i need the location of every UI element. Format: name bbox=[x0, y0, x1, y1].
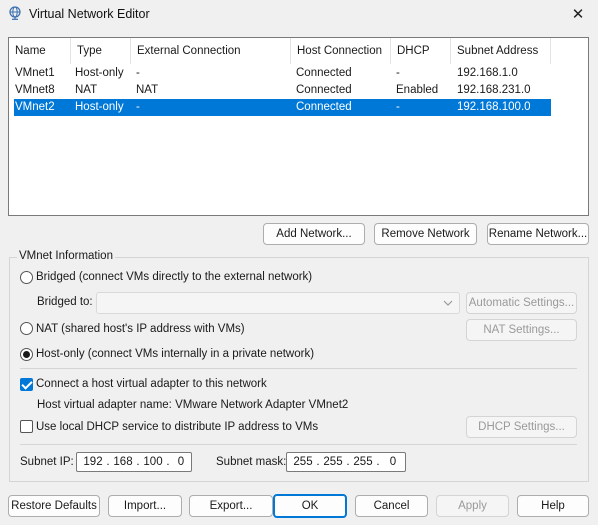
mask-octet[interactable]: 0 bbox=[381, 453, 405, 471]
automatic-settings-button[interactable]: Automatic Settings... bbox=[466, 292, 577, 314]
ok-button[interactable]: OK bbox=[273, 494, 347, 518]
cell-dhcp: - bbox=[396, 101, 400, 113]
separator bbox=[20, 368, 577, 369]
cell-subnet-address: 192.168.1.0 bbox=[457, 67, 518, 79]
network-list-header: Name Type External Connection Host Conne… bbox=[9, 38, 551, 64]
cell-host-connection: Connected bbox=[296, 67, 352, 79]
column-header-dhcp[interactable]: DHCP bbox=[391, 38, 451, 64]
window-title: Virtual Network Editor bbox=[29, 7, 150, 21]
restore-defaults-button[interactable]: Restore Defaults bbox=[8, 495, 100, 517]
mask-octet[interactable]: 255 bbox=[321, 453, 345, 471]
network-row[interactable]: VMnet1 Host-only - Connected - 192.168.1… bbox=[14, 65, 551, 82]
rename-network-button[interactable]: Rename Network... bbox=[487, 223, 589, 245]
cell-host-connection: Connected bbox=[296, 101, 352, 113]
network-list[interactable]: Name Type External Connection Host Conne… bbox=[8, 37, 589, 216]
cell-subnet-address: 192.168.231.0 bbox=[457, 84, 531, 96]
ip-octet[interactable]: 0 bbox=[169, 453, 193, 471]
vmnet-information-label: VMnet Information bbox=[17, 250, 115, 262]
network-row[interactable]: VMnet8 NAT NAT Connected Enabled 192.168… bbox=[14, 82, 551, 99]
ip-octet[interactable]: 100 bbox=[141, 453, 165, 471]
column-header-external-connection[interactable]: External Connection bbox=[131, 38, 291, 64]
close-button[interactable]: ✕ bbox=[558, 0, 598, 28]
network-globe-icon bbox=[8, 6, 22, 20]
import-button[interactable]: Import... bbox=[108, 495, 182, 517]
cancel-button[interactable]: Cancel bbox=[355, 495, 428, 517]
subnet-ip-label: Subnet IP: bbox=[20, 456, 74, 468]
column-header-name[interactable]: Name bbox=[9, 38, 71, 64]
mask-octet[interactable]: 255 bbox=[351, 453, 375, 471]
subnet-ip-field[interactable]: 192 . 168 . 100 . 0 bbox=[76, 452, 192, 472]
connect-adapter-label[interactable]: Connect a host virtual adapter to this n… bbox=[36, 378, 267, 390]
separator bbox=[20, 444, 577, 445]
column-header-subnet-address[interactable]: Subnet Address bbox=[451, 38, 551, 64]
export-button[interactable]: Export... bbox=[189, 495, 273, 517]
vmnet-information-group bbox=[9, 257, 589, 482]
mask-octet[interactable]: 255 bbox=[291, 453, 315, 471]
subnet-mask-label: Subnet mask: bbox=[216, 456, 287, 468]
cell-name: VMnet2 bbox=[15, 101, 55, 113]
cell-external-connection: - bbox=[136, 101, 140, 113]
dhcp-settings-button[interactable]: DHCP Settings... bbox=[466, 416, 577, 438]
column-header-host-connection[interactable]: Host Connection bbox=[291, 38, 391, 64]
bridged-to-select[interactable] bbox=[96, 292, 460, 314]
cell-external-connection: NAT bbox=[136, 84, 159, 96]
cell-type: Host-only bbox=[75, 67, 124, 79]
cell-subnet-address: 192.168.100.0 bbox=[457, 101, 531, 113]
ip-octet[interactable]: 168 bbox=[111, 453, 135, 471]
help-button[interactable]: Help bbox=[517, 495, 589, 517]
connect-adapter-checkbox[interactable] bbox=[20, 378, 33, 391]
nat-radio[interactable] bbox=[20, 322, 33, 335]
cell-dhcp: - bbox=[396, 67, 400, 79]
cell-type: NAT bbox=[75, 84, 98, 96]
dhcp-label[interactable]: Use local DHCP service to distribute IP … bbox=[36, 421, 318, 433]
cell-name: VMnet1 bbox=[15, 67, 55, 79]
dhcp-checkbox[interactable] bbox=[20, 420, 33, 433]
bridged-to-label: Bridged to: bbox=[37, 296, 93, 308]
cell-dhcp: Enabled bbox=[396, 84, 439, 96]
ip-octet[interactable]: 192 bbox=[81, 453, 105, 471]
cell-external-connection: - bbox=[136, 67, 140, 79]
bridged-label[interactable]: Bridged (connect VMs directly to the ext… bbox=[36, 271, 312, 283]
bridged-radio[interactable] bbox=[20, 271, 33, 284]
host-only-label[interactable]: Host-only (connect VMs internally in a p… bbox=[36, 348, 314, 360]
cell-host-connection: Connected bbox=[296, 84, 352, 96]
network-row-selected[interactable]: VMnet2 Host-only - Connected - 192.168.1… bbox=[14, 99, 551, 116]
cell-name: VMnet8 bbox=[15, 84, 55, 96]
subnet-mask-field[interactable]: 255 . 255 . 255 . 0 bbox=[286, 452, 406, 472]
column-header-type[interactable]: Type bbox=[71, 38, 131, 64]
adapter-name-label: Host virtual adapter name: VMware Networ… bbox=[37, 399, 349, 411]
cell-type: Host-only bbox=[75, 101, 124, 113]
apply-button[interactable]: Apply bbox=[436, 495, 509, 517]
nat-settings-button[interactable]: NAT Settings... bbox=[466, 319, 577, 341]
nat-label[interactable]: NAT (shared host's IP address with VMs) bbox=[36, 323, 245, 335]
remove-network-button[interactable]: Remove Network bbox=[374, 223, 477, 245]
add-network-button[interactable]: Add Network... bbox=[263, 223, 365, 245]
host-only-radio[interactable] bbox=[20, 348, 33, 361]
close-icon: ✕ bbox=[571, 6, 585, 23]
chevron-down-icon bbox=[443, 296, 453, 310]
title-bar: Virtual Network Editor ✕ bbox=[0, 0, 598, 28]
